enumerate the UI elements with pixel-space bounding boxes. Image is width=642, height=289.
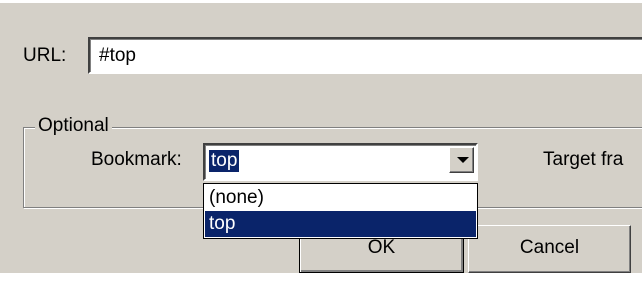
url-field[interactable]: #top bbox=[88, 37, 642, 74]
dropdown-option-none[interactable]: (none) bbox=[205, 185, 476, 211]
dropdown-option-top[interactable]: top bbox=[205, 211, 476, 237]
bookmark-label: Bookmark: bbox=[91, 149, 182, 170]
target-frame-label: Target fra bbox=[543, 149, 624, 170]
bookmark-dropdown-list: (none) top bbox=[203, 183, 478, 239]
optional-legend: Optional bbox=[35, 115, 112, 137]
url-label: URL: bbox=[23, 45, 67, 66]
bookmark-combobox[interactable]: top bbox=[203, 143, 478, 181]
dialog-top-edge bbox=[0, 0, 642, 3]
bookmark-combobox-value: top bbox=[209, 150, 240, 172]
url-field-value: #top bbox=[99, 45, 136, 66]
chevron-down-icon[interactable] bbox=[449, 147, 474, 173]
cancel-button[interactable]: Cancel bbox=[468, 225, 631, 273]
